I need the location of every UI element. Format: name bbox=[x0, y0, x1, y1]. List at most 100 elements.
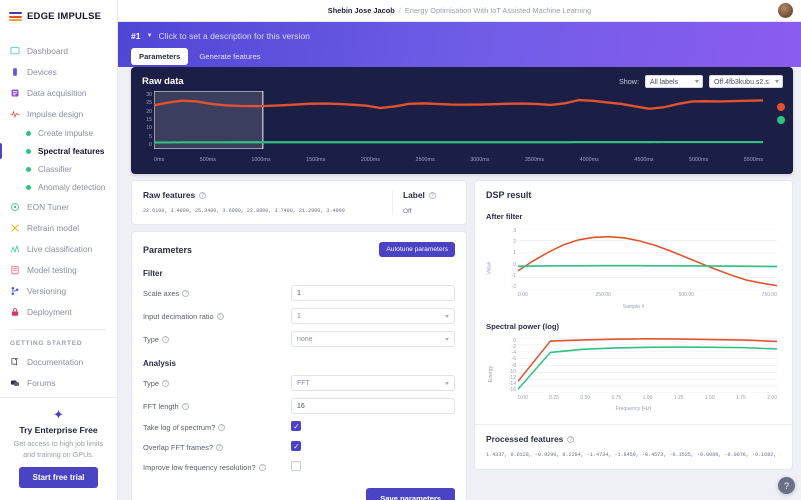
chevron-down-icon[interactable]: ▼ bbox=[147, 33, 153, 39]
promo-title: Try Enterprise Free bbox=[19, 425, 98, 436]
sidebar-subitem-label: Spectral features bbox=[38, 146, 105, 156]
sidebar-subitem-label: Classifier bbox=[38, 164, 72, 174]
filter-type-select[interactable]: none bbox=[291, 331, 455, 347]
field-overlap-fft-frames: Overlap FFT frames? ? bbox=[143, 441, 455, 454]
axis-tick: 30 bbox=[146, 92, 152, 98]
help-fab-button[interactable]: ? bbox=[778, 477, 795, 494]
sidebar-item-dashboard[interactable]: Dashboard bbox=[0, 40, 117, 61]
help-icon[interactable]: ? bbox=[258, 464, 266, 471]
dsp-result-panel: DSP result After filter Value 3 2 1 0 -1 -2 bbox=[474, 180, 793, 470]
processed-features-section: Processed features ? 1.4337, 0.6128, -0.… bbox=[475, 424, 792, 469]
field-take-log-of-spectrum: Take log of spectrum? ? bbox=[143, 421, 455, 434]
take-log-of-spectrum-checkbox[interactable] bbox=[291, 421, 301, 432]
axis-tick: 0 bbox=[513, 338, 516, 344]
active-indicator bbox=[0, 143, 2, 159]
top-bar: Shebin Jose Jacob / Energy Optimisation Wi… bbox=[118, 0, 801, 22]
impulse-design-icon bbox=[10, 110, 20, 118]
raw-data-chart[interactable]: 30 25 20 15 10 5 0 0ms 500ms 1000ms 1500ms 2000ms 2… bbox=[139, 91, 785, 163]
help-icon[interactable]: ? bbox=[428, 191, 436, 199]
sidebar-item-label: Live classification bbox=[27, 243, 93, 254]
status-dot-icon bbox=[26, 148, 31, 154]
sidebar-item-label: Data acquisition bbox=[27, 87, 87, 98]
axis-tick: 250.00 bbox=[595, 292, 611, 298]
field-control: FFT bbox=[291, 375, 455, 391]
legend-dot-t[interactable] bbox=[777, 103, 785, 111]
axis-tick: 1.25 bbox=[673, 395, 684, 401]
retrain-model-icon bbox=[11, 223, 19, 232]
after-filter-canvas bbox=[518, 228, 777, 290]
legend-dot-v[interactable] bbox=[777, 116, 785, 124]
sample-select[interactable]: Off.4fb3kubu.s2.s10 (O bbox=[709, 75, 783, 88]
sidebar-item-forums[interactable]: Forums bbox=[0, 372, 117, 393]
analysis-type-select[interactable]: FFT bbox=[291, 375, 455, 391]
help-icon[interactable]: ? bbox=[216, 312, 224, 320]
forums-icon bbox=[10, 380, 20, 386]
breadcrumb-user[interactable]: Shebin Jose Jacob bbox=[328, 6, 395, 15]
label-text: Overlap FFT frames? bbox=[143, 443, 214, 452]
sidebar-item-deployment[interactable]: Deployment bbox=[0, 301, 117, 322]
help-icon[interactable]: ? bbox=[162, 379, 170, 387]
axis-tick: -14 bbox=[508, 380, 516, 387]
field-label: Overlap FFT frames? ? bbox=[143, 443, 291, 452]
eon-tuner-icon bbox=[11, 202, 19, 211]
field-fft-length: FFT length ? bbox=[143, 398, 455, 414]
field-label: Improve low frequency resolution? ? bbox=[143, 463, 291, 472]
sidebar-item-documentation[interactable]: Documentation bbox=[0, 351, 117, 372]
sidebar-item-model-testing[interactable]: Model testing bbox=[0, 259, 117, 280]
dashboard-icon bbox=[10, 46, 20, 54]
axis-tick: -6 bbox=[511, 356, 516, 363]
axis-tick: 0 bbox=[513, 261, 516, 268]
save-parameters-button[interactable]: Save parameters bbox=[366, 488, 455, 500]
spectral-series-v bbox=[518, 346, 777, 390]
raw-data-header: Raw data Show: All labels Off.4fb3kubu.s… bbox=[131, 67, 793, 88]
sidebar-item-live-classification[interactable]: Live classification bbox=[0, 238, 117, 259]
field-control: 1 bbox=[291, 308, 455, 324]
breadcrumb-project[interactable]: Energy Optimisation With IoT Assisted Ma… bbox=[405, 6, 591, 15]
help-icon[interactable]: ? bbox=[199, 191, 207, 199]
scale-axes-input[interactable] bbox=[291, 285, 455, 301]
sidebar-subitem-anomaly-detection[interactable]: Anomaly detection bbox=[0, 178, 117, 196]
spectral-power-title: Spectral power (log) bbox=[486, 322, 559, 331]
brand-logo[interactable]: EDGE IMPULSE bbox=[0, 0, 117, 33]
tab-generate-features[interactable]: Generate features bbox=[191, 48, 268, 65]
sidebar-section-getting-started: GETTING STARTED bbox=[10, 340, 83, 347]
axis-tick: 0.25 bbox=[549, 395, 559, 401]
sidebar-item-devices[interactable]: Devices bbox=[0, 61, 117, 82]
dsp-result-title: DSP result bbox=[486, 190, 532, 200]
spectral-y-axis-title: Energy bbox=[488, 365, 495, 383]
field-label: FFT length ? bbox=[143, 402, 291, 411]
sidebar-item-retrain-model[interactable]: Retrain model bbox=[0, 217, 117, 238]
help-icon[interactable]: ? bbox=[567, 435, 575, 443]
help-icon[interactable]: ? bbox=[182, 289, 190, 297]
sidebar-subitem-spectral-features[interactable]: Spectral features bbox=[0, 142, 117, 160]
sidebar-item-impulse-design[interactable]: Impulse design bbox=[0, 103, 117, 124]
help-icon[interactable]: ? bbox=[162, 335, 170, 343]
sidebar-subitem-create-impulse[interactable]: Create impulse bbox=[0, 124, 117, 142]
sidebar-item-data-acquisition[interactable]: Data acquisition bbox=[0, 82, 117, 103]
sidebar-item-label: Forums bbox=[27, 377, 56, 388]
help-icon[interactable]: ? bbox=[181, 402, 189, 410]
input-decimation-ratio-select[interactable]: 1 bbox=[291, 308, 455, 324]
sidebar-item-eon-tuner[interactable]: EON Tuner bbox=[0, 196, 117, 217]
raw-features-values: 22.6100, 3.4900, 25.3400, 3.6000, 22.880… bbox=[143, 208, 345, 214]
start-free-trial-button[interactable]: Start free trial bbox=[19, 467, 98, 488]
labels-select[interactable]: All labels bbox=[645, 75, 703, 88]
help-icon[interactable]: ? bbox=[218, 424, 226, 431]
axis-tick: 4000ms bbox=[579, 157, 599, 163]
autotune-parameters-button[interactable]: Autotune parameters bbox=[379, 242, 455, 257]
axis-tick: 10 bbox=[146, 125, 152, 132]
axis-tick: 15 bbox=[146, 116, 152, 123]
improve-low-frequency-resolution-checkbox[interactable] bbox=[291, 461, 301, 471]
label-title: Label bbox=[403, 190, 425, 200]
avatar[interactable] bbox=[778, 3, 793, 18]
axis-tick: 500ms bbox=[199, 157, 216, 163]
sidebar-subitem-classifier[interactable]: Classifier bbox=[0, 160, 117, 178]
version-description[interactable]: Click to set a description for this vers… bbox=[159, 31, 310, 41]
sidebar-item-versioning[interactable]: Versioning bbox=[0, 280, 117, 301]
help-icon[interactable]: ? bbox=[216, 444, 224, 451]
fft-length-input[interactable] bbox=[291, 398, 455, 414]
overlap-fft-frames-checkbox[interactable] bbox=[291, 441, 301, 452]
version-number[interactable]: #1 bbox=[131, 31, 141, 41]
tab-parameters[interactable]: Parameters bbox=[131, 48, 189, 65]
status-dot-icon bbox=[26, 184, 31, 190]
